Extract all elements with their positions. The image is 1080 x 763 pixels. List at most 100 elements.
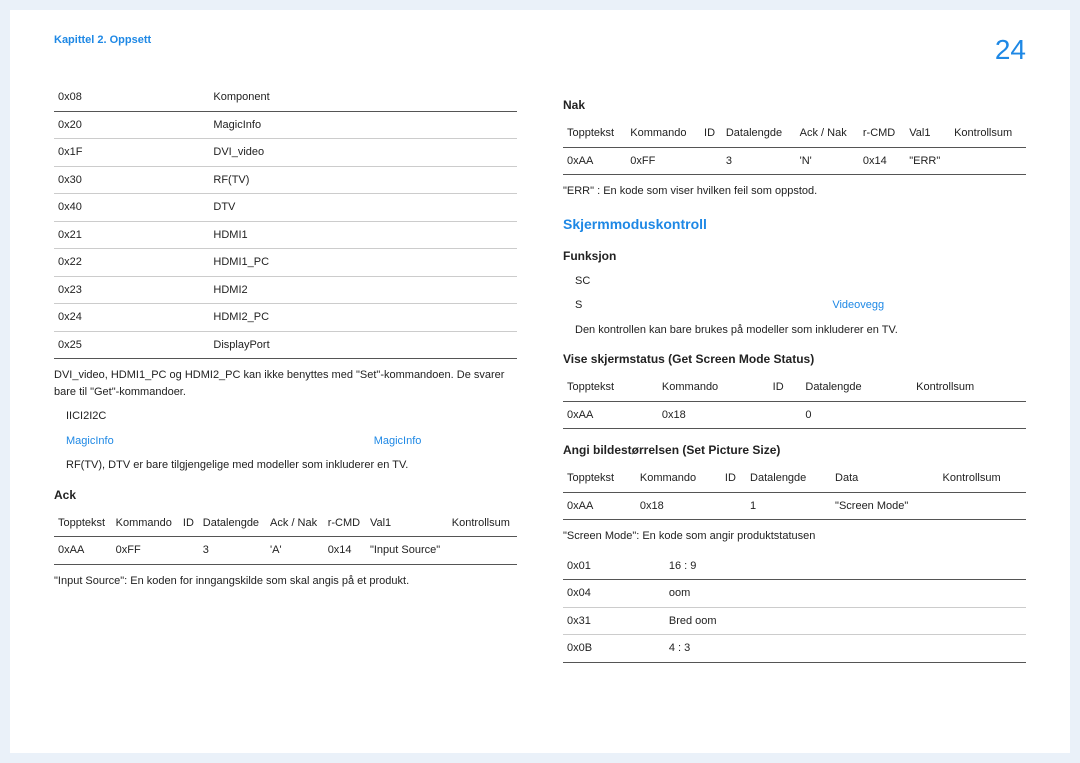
td [939, 492, 1026, 520]
magicinfo-link[interactable]: MagicInfo [374, 435, 422, 447]
content-columns: 0x08Komponent 0x20MagicInfo 0x1FDVI_vide… [54, 84, 1026, 729]
code-cell: 0x08 [54, 84, 209, 111]
td: 0x31 [563, 607, 665, 635]
right-column: Nak TopptekstKommandoIDDatalengdeAck / N… [563, 84, 1026, 729]
left-column: 0x08Komponent 0x20MagicInfo 0x1FDVI_vide… [54, 84, 517, 729]
code-cell: HDMI2_PC [209, 304, 517, 332]
td: "Screen Mode" [831, 492, 938, 520]
th: Kontrollsum [448, 510, 517, 537]
td: 3 [199, 537, 266, 565]
label: S [575, 299, 582, 311]
th: Kommando [636, 465, 721, 492]
td: 0x04 [563, 580, 665, 608]
th: Kontrollsum [912, 374, 1026, 401]
bullet-item: IICI2I2C [54, 408, 517, 425]
angi-table: TopptekstKommandoIDDatalengdeDataKontrol… [563, 465, 1026, 520]
chapter-title: Kapittel 2. Oppsett [54, 34, 151, 46]
td: 0 [801, 401, 912, 429]
th: ID [769, 374, 802, 401]
th: Kommando [112, 510, 179, 537]
td: 0x18 [636, 492, 721, 520]
th: ID [179, 510, 199, 537]
td: 0x01 [563, 553, 665, 580]
td [700, 147, 722, 175]
note-text: Den kontrollen kan bare brukes på modell… [563, 322, 1026, 339]
code-cell: 0x24 [54, 304, 209, 332]
th: ID [721, 465, 746, 492]
vise-heading: Vise skjermstatus (Get Screen Mode Statu… [563, 350, 1026, 368]
th: Kommando [658, 374, 769, 401]
line: SC [563, 273, 1026, 290]
td: 1 [746, 492, 831, 520]
th: r-CMD [324, 510, 366, 537]
td: oom [665, 580, 1026, 608]
td [950, 147, 1026, 175]
note-text: "ERR" : En kode som viser hvilken feil s… [563, 183, 1026, 200]
note-text: DVI_video, HDMI1_PC og HDMI2_PC kan ikke… [54, 367, 517, 400]
ack-heading: Ack [54, 486, 517, 504]
td: 3 [722, 147, 796, 175]
td: 16 : 9 [665, 553, 1026, 580]
td: 'A' [266, 537, 324, 565]
code-cell: HDMI1_PC [209, 249, 517, 277]
td: 0x14 [324, 537, 366, 565]
code-cell: Komponent [209, 84, 517, 111]
td [448, 537, 517, 565]
th: Topptekst [563, 120, 626, 147]
th: Datalengde [801, 374, 912, 401]
th: ID [700, 120, 722, 147]
vise-table: TopptekstKommandoIDDatalengdeKontrollsum… [563, 374, 1026, 429]
videovegg-link[interactable]: Videovegg [832, 299, 884, 311]
code-cell: MagicInfo [209, 111, 517, 139]
td: 4 : 3 [665, 635, 1026, 663]
th: Datalengde [199, 510, 266, 537]
td: 0x14 [859, 147, 905, 175]
td: "ERR" [905, 147, 950, 175]
td: Bred oom [665, 607, 1026, 635]
td: 0x0B [563, 635, 665, 663]
note-text: "Input Source": En koden for inngangskil… [54, 573, 517, 590]
modes-table: 0x0116 : 9 0x04oom 0x31Bred oom 0x0B4 : … [563, 553, 1026, 663]
codes-table: 0x08Komponent 0x20MagicInfo 0x1FDVI_vide… [54, 84, 517, 359]
code-cell: 0x21 [54, 221, 209, 249]
th: Kommando [626, 120, 700, 147]
angi-heading: Angi bildestørrelsen (Set Picture Size) [563, 441, 1026, 459]
magicinfo-link[interactable]: MagicInfo [66, 435, 114, 447]
code-cell: HDMI1 [209, 221, 517, 249]
th: Topptekst [54, 510, 112, 537]
line: S Videovegg [563, 297, 1026, 314]
td [179, 537, 199, 565]
th: Kontrollsum [939, 465, 1026, 492]
bullet-item: MagicInfo MagicInfo [54, 433, 517, 450]
section-heading: Skjermmoduskontroll [563, 214, 1026, 235]
document-page: Kapittel 2. Oppsett 24 0x08Komponent 0x2… [10, 10, 1070, 753]
code-cell: 0x30 [54, 166, 209, 194]
td: "Input Source" [366, 537, 448, 565]
td [721, 492, 746, 520]
code-cell: 0x40 [54, 194, 209, 222]
td: 0xFF [112, 537, 179, 565]
td: 0xAA [54, 537, 112, 565]
th: Datalengde [746, 465, 831, 492]
code-cell: 0x20 [54, 111, 209, 139]
code-cell: DVI_video [209, 139, 517, 167]
th: r-CMD [859, 120, 905, 147]
code-cell: HDMI2 [209, 276, 517, 304]
th: Val1 [366, 510, 448, 537]
td: 0x18 [658, 401, 769, 429]
code-cell: DisplayPort [209, 331, 517, 359]
th: Data [831, 465, 938, 492]
th: Topptekst [563, 465, 636, 492]
code-cell: 0x22 [54, 249, 209, 277]
page-header: Kapittel 2. Oppsett 24 [54, 34, 1026, 66]
th: Ack / Nak [266, 510, 324, 537]
note-text: "Screen Mode": En kode som angir produkt… [563, 528, 1026, 545]
th: Ack / Nak [796, 120, 859, 147]
code-cell: RF(TV) [209, 166, 517, 194]
td [912, 401, 1026, 429]
funksjon-heading: Funksjon [563, 247, 1026, 265]
td: 0xFF [626, 147, 700, 175]
th: Kontrollsum [950, 120, 1026, 147]
code-cell: 0x1F [54, 139, 209, 167]
td: 0xAA [563, 401, 658, 429]
